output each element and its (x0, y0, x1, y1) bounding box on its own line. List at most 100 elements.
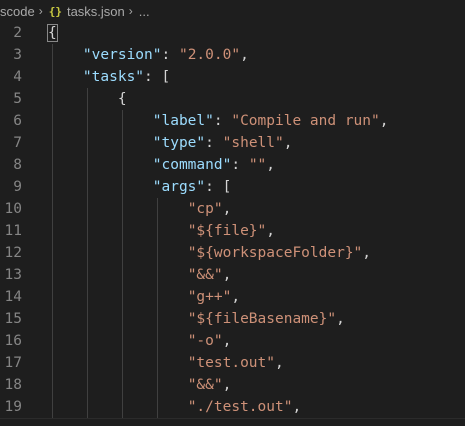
code-line[interactable]: 7 "type": "shell", (0, 132, 465, 154)
line-number: 10 (4, 201, 22, 217)
code-line[interactable]: 10 "cp", (0, 198, 465, 220)
line-number: 4 (13, 69, 22, 85)
chevron-right-icon: › (38, 4, 43, 18)
line-number: 3 (13, 47, 22, 63)
code-text: "cp", (48, 198, 232, 220)
breadcrumb-folder[interactable]: scode (0, 4, 35, 19)
json-string: "${fileBasename}" (187, 311, 337, 327)
json-string: "${file}" (187, 223, 267, 239)
line-number: 12 (4, 245, 22, 261)
breadcrumb-symbol[interactable]: ... (139, 4, 150, 19)
line-number: 16 (4, 333, 22, 349)
line-number: 11 (4, 223, 22, 239)
json-string: "./test.out" (187, 399, 293, 415)
code-line[interactable]: 13 "&&", (0, 264, 465, 286)
json-file-icon: {} (48, 4, 62, 18)
code-token: , (275, 355, 284, 371)
code-text: "&&", (48, 374, 232, 396)
json-key: "label" (152, 113, 214, 129)
line-number: 18 (4, 377, 22, 393)
json-key: "tasks" (82, 69, 145, 85)
code-line[interactable]: 3 "version": "2.0.0", (0, 44, 465, 66)
line-number: 13 (4, 267, 22, 283)
line-number: 19 (4, 399, 22, 415)
code-line[interactable]: 4 "tasks": [ (0, 66, 465, 88)
line-number: 2 (13, 25, 22, 41)
code-text: "command": "", (48, 154, 275, 176)
line-number: 8 (13, 157, 22, 173)
code-line[interactable]: 17 "test.out", (0, 352, 465, 374)
code-line[interactable]: 2{ (0, 22, 465, 44)
line-number: 17 (4, 355, 22, 371)
code-line[interactable]: 5 { (0, 88, 465, 110)
line-number: 15 (4, 311, 22, 327)
json-string: "2.0.0" (178, 47, 241, 63)
code-token: : [ (205, 179, 232, 195)
json-key: "args" (152, 179, 206, 195)
code-line[interactable]: 14 "g++", (0, 286, 465, 308)
code-token: , (362, 245, 372, 261)
code-token: , (266, 223, 275, 239)
code-text: { (48, 88, 127, 110)
code-token: , (222, 377, 232, 393)
json-string: "Compile and run" (231, 113, 380, 129)
code-text: "type": "shell", (48, 132, 293, 154)
code-text: "-o", (48, 330, 232, 352)
code-token: , (336, 311, 345, 327)
code-text: "label": "Compile and run", (48, 110, 389, 132)
code-token: , (379, 113, 389, 129)
json-key: "version" (82, 47, 162, 63)
code-line[interactable]: 18 "&&", (0, 374, 465, 396)
code-token: : [ (144, 69, 171, 85)
code-token: { (48, 91, 127, 107)
breadcrumb-file[interactable]: tasks.json (67, 4, 125, 19)
chevron-right-icon: › (128, 4, 133, 18)
code-line[interactable]: 8 "command": "", (0, 154, 465, 176)
code-token: , (266, 157, 276, 173)
json-key: "command" (152, 157, 232, 173)
json-string: "cp" (187, 201, 223, 217)
json-string: "shell" (222, 135, 284, 151)
json-string: "test.out" (187, 355, 275, 371)
code-text: "tasks": [ (48, 66, 170, 88)
code-text: "&&", (48, 264, 232, 286)
line-number: 9 (13, 179, 22, 195)
code-line[interactable]: 11 "${file}", (0, 220, 465, 242)
json-string: "-o" (187, 333, 223, 349)
json-key: "type" (152, 135, 206, 151)
code-token: : (231, 157, 249, 173)
code-line[interactable]: 19 "./test.out", (0, 396, 465, 418)
code-text: "test.out", (48, 352, 284, 374)
code-line[interactable]: 15 "${fileBasename}", (0, 308, 465, 330)
code-text: { (47, 22, 58, 44)
code-line[interactable]: 12 "${workspaceFolder}", (0, 242, 465, 264)
code-line[interactable]: 9 "args": [ (0, 176, 465, 198)
code-text: "args": [ (48, 176, 232, 198)
horizontal-scrollbar[interactable] (0, 418, 465, 426)
code-token: , (240, 47, 249, 63)
line-number: 7 (13, 135, 22, 151)
code-text: "${workspaceFolder}", (48, 242, 371, 264)
code-line[interactable]: 6 "label": "Compile and run", (0, 110, 465, 132)
code-token: , (231, 289, 241, 305)
code-line[interactable]: 16 "-o", (0, 330, 465, 352)
json-string: "g++" (187, 289, 232, 305)
code-editor[interactable]: 2{3 "version": "2.0.0", 4 "tasks": [5 {6 … (0, 22, 465, 418)
code-text: "g++", (48, 286, 240, 308)
json-string: "&&" (187, 377, 223, 393)
